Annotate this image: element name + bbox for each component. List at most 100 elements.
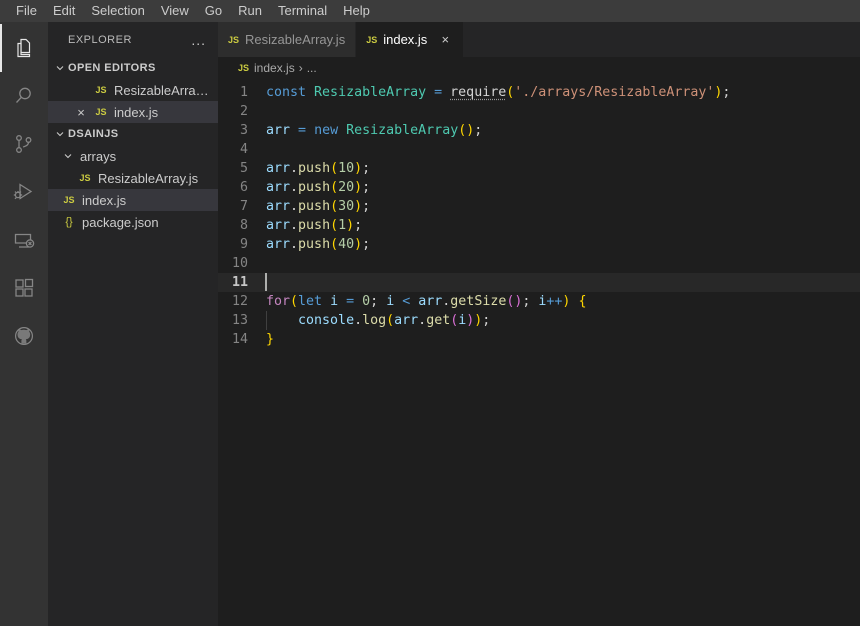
open-editor-label: index.js [114, 104, 159, 120]
code-line[interactable]: 4 [218, 140, 860, 159]
menu-bar: File Edit Selection View Go Run Terminal… [0, 0, 860, 22]
sidebar-header: EXPLORER ... [48, 22, 218, 57]
line-content: } [266, 332, 275, 347]
activity-item-source-control[interactable] [0, 120, 48, 168]
editor-area: JS ResizableArray.js JS index.js × JS in… [218, 22, 860, 626]
line-content [265, 273, 860, 292]
workbench-body: EXPLORER ... OPEN EDITORS JS ResizableAr… [0, 22, 860, 626]
line-number: 13 [231, 313, 248, 328]
text-cursor [265, 273, 267, 291]
code-line[interactable]: 9 arr.push(40); [218, 235, 860, 254]
tree-item-resizablearray-js[interactable]: JS ResizableArray.js [48, 167, 218, 189]
code-line[interactable]: 1 const ResizableArray = require('./arra… [218, 83, 860, 102]
run-debug-icon [12, 180, 36, 204]
menu-item-selection[interactable]: Selection [83, 0, 152, 22]
line-number: 8 [239, 218, 248, 233]
activity-item-explorer[interactable] [0, 24, 48, 72]
source-control-icon [12, 132, 36, 156]
tab-index-js[interactable]: JS index.js × [356, 22, 465, 57]
tree-item-arrays-folder[interactable]: arrays [48, 145, 218, 167]
activity-item-search[interactable] [0, 72, 48, 120]
section-open-editors[interactable]: OPEN EDITORS [48, 57, 218, 79]
remote-explorer-icon [12, 228, 36, 252]
js-file-icon: JS [238, 63, 250, 73]
line-number: 11 [231, 275, 248, 290]
open-editor-label: ResizableArray.... [114, 82, 214, 98]
line-content: arr.push(10); [266, 161, 371, 176]
sidebar-explorer: EXPLORER ... OPEN EDITORS JS ResizableAr… [48, 22, 218, 626]
activity-item-run-and-debug[interactable] [0, 168, 48, 216]
tab-resizablearray-js[interactable]: JS ResizableArray.js [218, 22, 357, 57]
workspace-label: DSAINJS [68, 128, 119, 140]
activity-bar [0, 22, 48, 626]
code-editor[interactable]: 1 const ResizableArray = require('./arra… [218, 79, 860, 626]
section-workspace-dsainjs[interactable]: DSAINJS [48, 123, 218, 145]
code-line[interactable]: 8 arr.push(1); [218, 216, 860, 235]
sidebar-more-actions-button[interactable]: ... [187, 33, 210, 47]
tab-bar-filler [464, 22, 860, 57]
line-content: arr.push(1); [266, 218, 363, 233]
code-line[interactable]: 7 arr.push(30); [218, 197, 860, 216]
open-editor-item-resizablearray[interactable]: JS ResizableArray.... [48, 79, 218, 101]
breadcrumb: JS index.js › ... [218, 57, 860, 79]
line-number: 10 [231, 256, 248, 271]
extensions-icon [12, 276, 36, 300]
activity-item-remote-explorer[interactable] [0, 216, 48, 264]
files-icon [12, 36, 36, 60]
section-open-editors-label: OPEN EDITORS [68, 62, 156, 74]
activity-item-extensions[interactable] [0, 264, 48, 312]
tree-item-package-json[interactable]: {} package.json [48, 211, 218, 233]
line-number: 12 [231, 294, 248, 309]
tree-item-label: index.js [82, 192, 127, 208]
breadcrumb-file[interactable]: index.js [254, 61, 295, 75]
code-line[interactable]: 3 arr = new ResizableArray(); [218, 121, 860, 140]
code-line[interactable]: 13 console.log(arr.get(i)); [218, 311, 860, 330]
line-content: const ResizableArray = require('./arrays… [266, 85, 731, 100]
vscode-window: File Edit Selection View Go Run Terminal… [0, 0, 860, 626]
line-number: 4 [239, 142, 248, 157]
code-line[interactable]: 5 arr.push(10); [218, 159, 860, 178]
tree-item-label: ResizableArray.js [98, 170, 199, 186]
line-number: 9 [239, 237, 248, 252]
chevron-down-icon [52, 60, 68, 76]
line-number: 2 [239, 104, 248, 119]
menu-item-edit[interactable]: Edit [45, 0, 83, 22]
code-line[interactable]: 12 for(let i = 0; i < arr.getSize(); i++… [218, 292, 860, 311]
code-line[interactable]: 14 } [218, 330, 860, 349]
json-file-icon: {} [65, 216, 73, 228]
close-icon[interactable]: × [70, 105, 92, 120]
js-file-icon: JS [366, 34, 378, 45]
breadcrumb-separator-icon: › [298, 61, 303, 75]
breadcrumb-tail[interactable]: ... [307, 61, 317, 75]
line-content: arr.push(40); [266, 237, 371, 252]
line-number: 6 [239, 180, 248, 195]
menu-item-run[interactable]: Run [230, 0, 270, 22]
line-number: 1 [239, 85, 248, 100]
code-line[interactable]: 2 [218, 102, 860, 121]
tab-label: index.js [383, 32, 428, 47]
tree-item-index-js[interactable]: JS index.js [48, 189, 218, 211]
menu-item-view[interactable]: View [153, 0, 197, 22]
menu-item-help[interactable]: Help [335, 0, 378, 22]
menu-item-terminal[interactable]: Terminal [270, 0, 335, 22]
tree-item-label: package.json [82, 214, 159, 230]
code-line-active[interactable]: 11 [218, 273, 860, 292]
github-icon [12, 324, 36, 348]
line-number: 14 [231, 332, 248, 347]
menu-item-go[interactable]: Go [197, 0, 230, 22]
line-content: console.log(arr.get(i)); [266, 311, 860, 330]
code-line[interactable]: 10 [218, 254, 860, 273]
js-file-icon: JS [95, 107, 107, 117]
editor-tab-bar: JS ResizableArray.js JS index.js × [218, 22, 860, 57]
close-icon[interactable]: × [437, 32, 453, 47]
line-content: arr.push(30); [266, 199, 371, 214]
chevron-down-icon [60, 148, 76, 164]
code-line[interactable]: 6 arr.push(20); [218, 178, 860, 197]
line-content: for(let i = 0; i < arr.getSize(); i++) { [266, 294, 587, 309]
tree-item-label: arrays [80, 148, 117, 164]
line-number: 7 [239, 199, 248, 214]
menu-item-file[interactable]: File [8, 0, 45, 22]
activity-item-github[interactable] [0, 312, 48, 360]
open-editor-item-index[interactable]: × JS index.js [48, 101, 218, 123]
js-file-icon: JS [63, 195, 75, 205]
